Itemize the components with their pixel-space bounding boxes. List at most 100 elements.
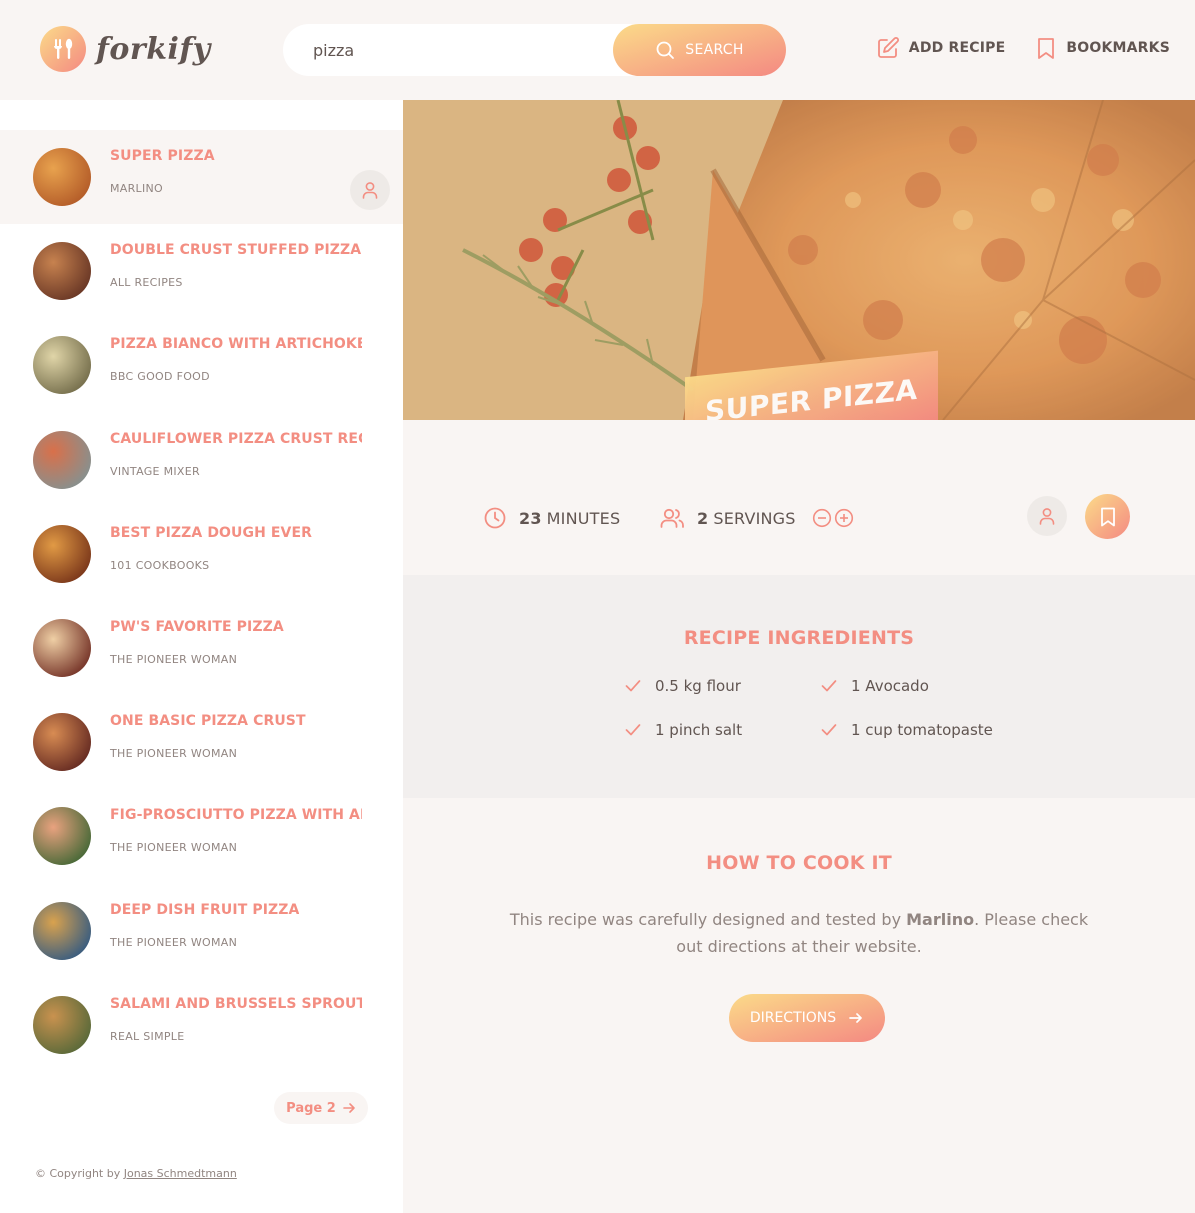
increase-servings-button[interactable] xyxy=(834,508,854,528)
result-image xyxy=(33,901,91,960)
ingredient-item: 1 pinch salt xyxy=(625,721,821,739)
copyright-prefix: © Copyright by xyxy=(35,1167,121,1180)
ingredient-text: 0.5 kg flour xyxy=(655,677,741,695)
directions-text-1: This recipe was carefully designed and t… xyxy=(509,910,902,929)
pagination-next-label: Page 2 xyxy=(286,1100,336,1116)
result-image xyxy=(33,148,91,207)
result-image xyxy=(33,336,91,395)
servings-value: 2 xyxy=(697,508,709,528)
result-thumbnail xyxy=(33,524,91,583)
how-to-cook-title: HOW TO COOK IT xyxy=(706,852,892,874)
ingredient-text: 1 pinch salt xyxy=(655,721,743,739)
result-title: SALAMI AND BRUSSELS SPROUTS... xyxy=(110,995,362,1012)
plus-circle-icon xyxy=(834,508,853,528)
recipe-title-text: SUPER PIZZA xyxy=(705,372,918,420)
result-publisher: BBC GOOD FOOD xyxy=(110,370,210,384)
result-item[interactable]: PIZZA BIANCO WITH ARTICHOKE ... BBC GOOD … xyxy=(0,318,403,412)
result-title: PIZZA BIANCO WITH ARTICHOKE ... xyxy=(110,336,362,353)
result-thumbnail xyxy=(33,995,91,1054)
result-image xyxy=(33,524,91,583)
ingredient-text: 1 Avocado xyxy=(851,677,929,695)
result-item[interactable]: FIG-PROSCIUTTO PIZZA WITH AR... THE PIONE… xyxy=(0,789,403,883)
servings-unit: SERVINGS xyxy=(713,508,796,528)
check-icon xyxy=(625,680,641,692)
bookmark-recipe-button[interactable] xyxy=(1085,494,1130,539)
recipe-view: SUPER PIZZA 23 MINUTES 2 SERVINGS RECIPE… xyxy=(403,100,1195,1213)
copyright: © Copyright by Jonas Schmedtmann xyxy=(35,1167,237,1180)
search-form: SEARCH xyxy=(283,24,786,76)
check-icon xyxy=(821,680,837,692)
cooking-time-unit: MINUTES xyxy=(546,508,621,528)
copyright-author-link[interactable]: Jonas Schmedtmann xyxy=(124,1167,237,1180)
result-thumbnail xyxy=(33,807,91,866)
fork-spoon-icon xyxy=(40,26,86,72)
servings-controls xyxy=(812,508,854,528)
ingredients-section: RECIPE INGREDIENTS 0.5 kg flour 1 Avocado… xyxy=(403,575,1195,798)
result-title: SUPER PIZZA xyxy=(110,148,215,164)
result-title: ONE BASIC PIZZA CRUST xyxy=(110,713,306,730)
search-results-panel: SUPER PIZZA MARLINO DOUBLE CRUST STUFFED P… xyxy=(0,100,403,1213)
result-thumbnail xyxy=(33,430,91,489)
directions-button[interactable]: DIRECTIONS xyxy=(729,994,885,1042)
search-button[interactable]: SEARCH xyxy=(613,24,786,76)
search-button-label: SEARCH xyxy=(685,42,744,58)
check-icon xyxy=(821,724,837,736)
result-publisher: THE PIONEER WOMAN xyxy=(110,652,238,666)
user-generated-badge xyxy=(1027,496,1067,536)
result-thumbnail xyxy=(33,901,91,960)
result-image xyxy=(33,430,91,489)
result-item[interactable]: SUPER PIZZA MARLINO xyxy=(0,130,403,225)
arrow-right-icon xyxy=(849,1013,863,1023)
result-title: DEEP DISH FRUIT PIZZA xyxy=(110,901,300,918)
search-icon xyxy=(656,41,675,59)
result-title: DOUBLE CRUST STUFFED PIZZA xyxy=(110,242,362,259)
user-icon xyxy=(362,182,378,199)
recipe-hero-image: SUPER PIZZA xyxy=(403,100,1195,420)
bookmarks-button[interactable]: BOOKMARKS xyxy=(1035,36,1170,60)
result-item[interactable]: CAULIFLOWER PIZZA CRUST RECI... VINTAGE M… xyxy=(0,413,403,507)
result-publisher: THE PIONEER WOMAN xyxy=(110,841,238,855)
result-title: BEST PIZZA DOUGH EVER xyxy=(110,524,313,541)
decrease-servings-button[interactable] xyxy=(812,508,832,528)
ingredient-item: 1 Avocado xyxy=(821,677,1025,695)
result-item[interactable]: BEST PIZZA DOUGH EVER 101 COOKBOOKS xyxy=(0,507,403,601)
cooking-time: 23 MINUTES xyxy=(483,506,659,530)
logo-text: forkify xyxy=(96,31,211,67)
ingredient-text: 1 cup tomatopaste xyxy=(851,721,993,739)
result-item[interactable]: PW'S FAVORITE PIZZA THE PIONEER WOMAN xyxy=(0,601,403,695)
result-item[interactable]: ONE BASIC PIZZA CRUST THE PIONEER WOMAN xyxy=(0,695,403,789)
result-thumbnail xyxy=(33,619,91,678)
result-item[interactable]: DOUBLE CRUST STUFFED PIZZA ALL RECIPES xyxy=(0,224,403,318)
result-publisher: THE PIONEER WOMAN xyxy=(110,747,238,761)
ingredient-list: 0.5 kg flour 1 Avocado 1 pinch salt 1 cup t… xyxy=(625,677,1025,739)
user-generated-badge xyxy=(350,170,390,210)
result-item[interactable]: DEEP DISH FRUIT PIZZA THE PIONEER WOMAN xyxy=(0,884,403,978)
bookmarks-label: BOOKMARKS xyxy=(1066,40,1170,56)
directions-section: HOW TO COOK IT This recipe was carefully… xyxy=(403,798,1195,1213)
result-publisher: MARLINO xyxy=(110,182,164,195)
directions-text: This recipe was carefully designed and t… xyxy=(503,906,1095,960)
result-image xyxy=(33,619,91,678)
results-list: SUPER PIZZA MARLINO DOUBLE CRUST STUFFED P… xyxy=(0,130,403,1072)
result-image xyxy=(33,713,91,772)
minus-circle-icon xyxy=(812,508,831,528)
result-thumbnail xyxy=(33,336,91,395)
arrow-right-icon xyxy=(343,1103,355,1113)
pagination-next-button[interactable]: Page 2 xyxy=(274,1092,368,1124)
result-title: CAULIFLOWER PIZZA CRUST RECI... xyxy=(110,430,362,447)
result-title: PW'S FAVORITE PIZZA xyxy=(110,618,284,635)
directions-button-label: DIRECTIONS xyxy=(749,1010,837,1026)
user-icon xyxy=(1039,508,1055,525)
logo[interactable]: forkify xyxy=(40,26,211,72)
result-item[interactable]: SALAMI AND BRUSSELS SPROUTS... REAL SIMPL… xyxy=(0,978,403,1072)
check-icon xyxy=(625,724,641,736)
result-image xyxy=(33,242,91,301)
header: forkify SEARCH ADD RECIPE BOOKMARKS xyxy=(0,0,1195,100)
bookmark-icon xyxy=(1100,507,1115,526)
directions-publisher: Marlino xyxy=(906,910,975,929)
main-nav: ADD RECIPE BOOKMARKS xyxy=(876,36,1170,60)
add-recipe-button[interactable]: ADD RECIPE xyxy=(876,36,1006,60)
users-icon xyxy=(660,508,684,528)
search-input[interactable] xyxy=(283,24,613,76)
result-thumbnail xyxy=(33,242,91,301)
